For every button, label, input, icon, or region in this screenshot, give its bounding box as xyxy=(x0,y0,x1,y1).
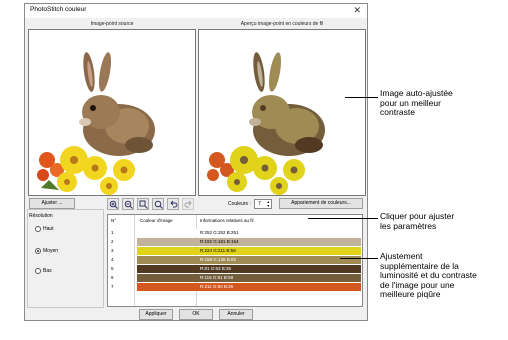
color-swatch[interactable] xyxy=(137,256,361,264)
radio-moyen[interactable]: Moyen xyxy=(35,248,58,254)
color-swatch[interactable] xyxy=(137,247,361,255)
radio-haut[interactable]: Haut xyxy=(35,226,54,232)
header-color: Couleur d'image xyxy=(140,218,173,223)
thread-info: R:211 G:83 B:28 xyxy=(200,284,234,289)
title-bar: PhotoStitch couleur ✕ xyxy=(25,4,367,18)
color-swatch[interactable] xyxy=(137,238,361,246)
zoom-actual-icon[interactable] xyxy=(152,198,164,210)
color-table: N° Couleur d'image Informations relative… xyxy=(107,214,363,307)
colors-label: Couleurs : xyxy=(228,201,251,207)
row-number: 2 xyxy=(111,239,114,244)
callout-line-1 xyxy=(345,97,378,98)
thread-info: R:115 G:91 B:58 xyxy=(200,275,234,280)
preview-image-panel xyxy=(198,29,366,196)
annotation-auto-adjusted: Image auto-ajustée pour un meilleur cont… xyxy=(380,88,453,118)
annotation-click-adjust: Cliquer pour ajuster les paramètres xyxy=(380,211,454,231)
zoom-in-icon[interactable] xyxy=(107,198,119,210)
annotation-extra-adjust: Ajustement supplémentaire de la luminosi… xyxy=(380,251,477,300)
row-number: 5 xyxy=(111,266,114,271)
radio-bas[interactable]: Bas xyxy=(35,268,52,274)
radio-haut-circle[interactable] xyxy=(35,226,41,232)
colors-count-value: 7 xyxy=(258,201,261,207)
thread-info: R:224 G:211 B:58 xyxy=(200,248,236,253)
table-header: N° Couleur d'image Informations relative… xyxy=(108,215,362,226)
row-number: 1 xyxy=(111,230,114,235)
color-swatch[interactable] xyxy=(137,265,361,273)
rabbit-flowers-preview xyxy=(207,52,325,195)
close-icon[interactable]: ✕ xyxy=(353,4,361,17)
source-image-panel xyxy=(28,29,196,196)
annotation-1-line-3: contraste xyxy=(380,107,415,117)
thread-info: R:252 G:252 B:251 xyxy=(200,230,239,235)
radio-bas-label: Bas xyxy=(43,268,52,274)
callout-line-2 xyxy=(308,218,378,219)
table-row[interactable]: 7 R:211 G:83 B:28 xyxy=(108,283,362,291)
redo-icon[interactable] xyxy=(182,198,194,210)
callout-line-3 xyxy=(340,258,378,259)
row-number: 6 xyxy=(111,275,114,280)
row-number: 4 xyxy=(111,257,114,262)
apply-button[interactable]: Appliquer xyxy=(139,309,173,320)
zoom-fit-icon[interactable] xyxy=(137,198,149,210)
radio-haut-label: Haut xyxy=(43,226,54,232)
row-number: 3 xyxy=(111,248,114,253)
zoom-out-icon[interactable] xyxy=(122,198,134,210)
table-row[interactable]: 5 R:81 G:63 B:35 xyxy=(108,265,362,273)
resolution-group xyxy=(27,209,104,308)
table-row[interactable]: 3 R:224 G:211 B:58 xyxy=(108,247,362,255)
table-row[interactable]: 2 R:192 G:181 B:154 xyxy=(108,238,362,246)
preview-caption: Aperçu image-point en couleurs de fil xyxy=(240,21,324,27)
annotation-3-line-5: meilleure piqûre xyxy=(380,289,441,299)
photostitch-dialog: PhotoStitch couleur ✕ Image-point source… xyxy=(24,3,368,321)
color-swatch[interactable] xyxy=(137,274,361,282)
table-row[interactable]: 1 R:252 G:252 B:251 xyxy=(108,229,362,237)
color-matching-button[interactable]: Appariement de couleurs... xyxy=(279,198,363,209)
dialog-title: PhotoStitch couleur xyxy=(30,6,87,13)
row-number: 7 xyxy=(111,284,114,289)
color-swatch[interactable] xyxy=(137,229,361,237)
color-swatch[interactable] xyxy=(137,283,361,291)
thread-info: R:81 G:63 B:35 xyxy=(200,266,232,271)
radio-moyen-circle[interactable] xyxy=(35,248,41,254)
undo-icon[interactable] xyxy=(167,198,179,210)
cancel-button[interactable]: Annuler xyxy=(219,309,253,320)
source-caption: Image-point source xyxy=(90,21,134,27)
resolution-label: Résolution xyxy=(29,213,53,219)
header-info: Informations relatives au fil xyxy=(200,218,254,223)
rabbit-flowers-image xyxy=(37,52,155,195)
ok-button[interactable]: OK xyxy=(179,309,213,320)
radio-moyen-label: Moyen xyxy=(43,248,59,254)
colors-count-input[interactable]: 7 ▲ ▼ xyxy=(254,199,272,209)
radio-bas-circle[interactable] xyxy=(35,268,41,274)
table-row[interactable]: 4 R:159 G:136 B:82 xyxy=(108,256,362,264)
adjust-button[interactable]: Ajuster ... xyxy=(29,198,75,209)
thread-info: R:159 G:136 B:82 xyxy=(200,257,237,262)
header-no: N° xyxy=(111,218,117,223)
table-row[interactable]: 6 R:115 G:91 B:58 xyxy=(108,274,362,282)
stepper-arrows-icon[interactable]: ▲ ▼ xyxy=(267,200,270,208)
annotation-2-line-2: les paramètres xyxy=(380,220,437,231)
thread-info: R:192 G:181 B:154 xyxy=(200,239,239,244)
